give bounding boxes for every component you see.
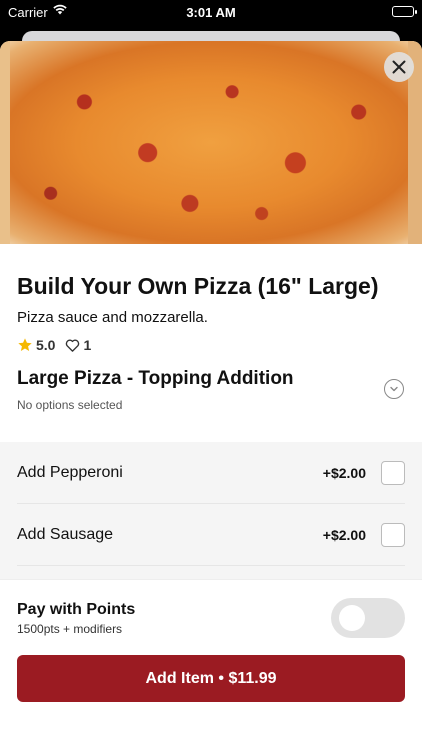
pay-with-points-toggle[interactable] bbox=[331, 598, 405, 638]
option-price: +$2.00 bbox=[322, 526, 366, 543]
battery-icon bbox=[392, 6, 417, 17]
order-footer: Pay with Points 1500pts + modifiers Add … bbox=[0, 579, 422, 709]
expand-button[interactable] bbox=[384, 379, 404, 399]
modifier-group-header[interactable]: Large Pizza - Topping Addition No option… bbox=[17, 368, 405, 412]
modifier-group-status: No options selected bbox=[17, 398, 123, 412]
chevron-down-icon bbox=[390, 386, 398, 392]
item-title: Build Your Own Pizza (16" Large) bbox=[17, 273, 379, 299]
option-row-sausage[interactable]: Add Sausage +$2.00 bbox=[17, 504, 405, 566]
option-price: +$2.00 bbox=[322, 464, 366, 481]
option-label: Add Sausage bbox=[17, 525, 114, 543]
toggle-knob bbox=[339, 605, 365, 631]
points-title: Pay with Points bbox=[17, 601, 136, 618]
option-checkbox[interactable] bbox=[381, 460, 405, 485]
rating-value: 5.0 bbox=[36, 337, 56, 353]
status-time: 3:01 AM bbox=[186, 5, 236, 20]
item-meta: 5.0 1 bbox=[17, 337, 405, 353]
close-button[interactable] bbox=[384, 52, 414, 82]
option-row-pepperoni[interactable]: Add Pepperoni +$2.00 bbox=[17, 442, 405, 504]
close-icon bbox=[392, 60, 406, 74]
modifier-group-title: Large Pizza - Topping Addition bbox=[17, 368, 294, 389]
item-info: Build Your Own Pizza (16" Large) Pizza s… bbox=[0, 244, 422, 353]
star-icon bbox=[18, 338, 32, 351]
add-item-button[interactable]: Add Item • $11.99 bbox=[17, 655, 405, 702]
pizza-image bbox=[0, 41, 422, 244]
option-label: Add Pepperoni bbox=[17, 463, 123, 481]
item-description: Pizza sauce and mozzarella. bbox=[17, 309, 208, 326]
status-bar: Carrier 3:01 AM bbox=[0, 0, 422, 26]
points-subtitle: 1500pts + modifiers bbox=[17, 622, 123, 636]
modifier-options-list: Add Pepperoni +$2.00 Add Sausage +$2.00 bbox=[0, 442, 422, 582]
heart-icon[interactable] bbox=[65, 338, 80, 353]
likes-count: 1 bbox=[83, 337, 92, 353]
option-checkbox[interactable] bbox=[381, 522, 405, 547]
